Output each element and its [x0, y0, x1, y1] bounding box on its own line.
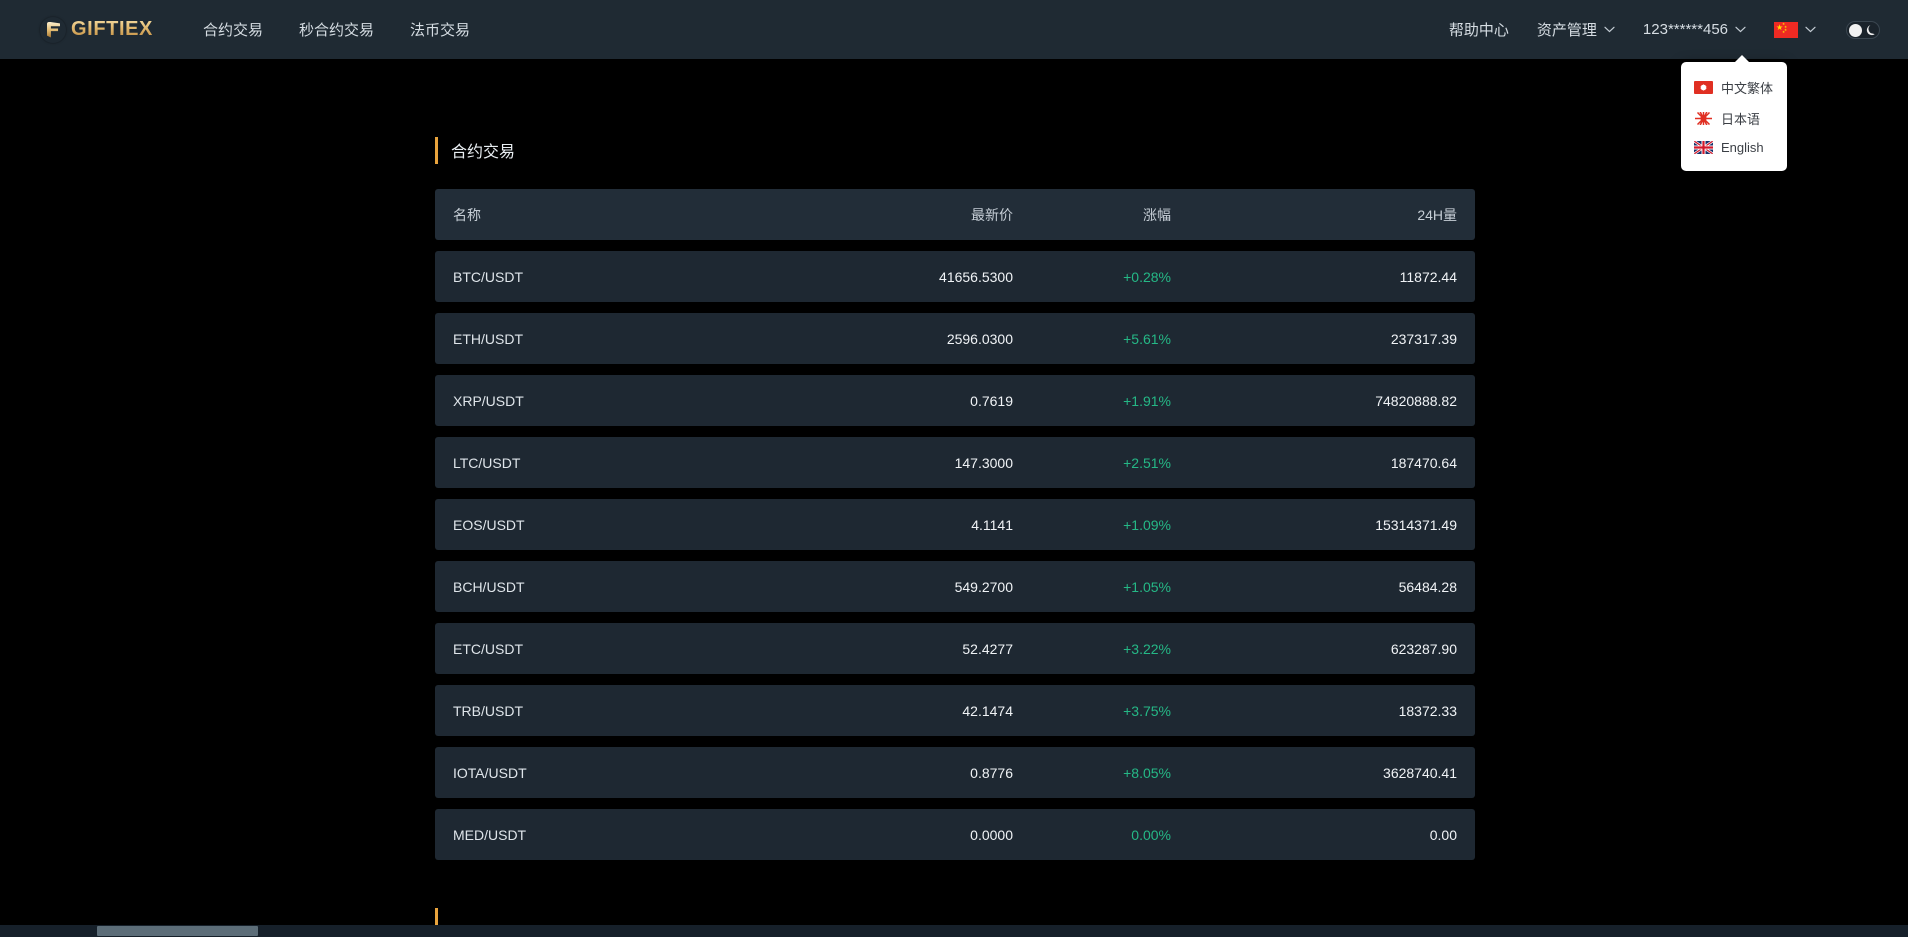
cell-volume: 237317.39	[1193, 331, 1457, 347]
cell-change: +1.05%	[1013, 579, 1193, 595]
cell-pair: ETH/USDT	[453, 331, 753, 347]
cell-volume: 187470.64	[1193, 455, 1457, 471]
cell-price: 0.7619	[753, 393, 1013, 409]
language-option-label: 日本语	[1721, 109, 1760, 128]
nav-second-contract-trading[interactable]: 秒合约交易	[299, 19, 374, 40]
app-root: GIFTIEX 合约交易 秒合约交易 法币交易 帮助中心 资产管理 123***…	[0, 0, 1908, 937]
table-row[interactable]: BTC/USDT 41656.5300 +0.28% 11872.44	[435, 251, 1475, 302]
cell-change: +1.91%	[1013, 393, 1193, 409]
cell-change: +1.09%	[1013, 517, 1193, 533]
language-option-ja[interactable]: 日本语	[1681, 103, 1787, 134]
asset-management-menu[interactable]: 资产管理	[1523, 19, 1629, 40]
cell-price: 52.4277	[753, 641, 1013, 657]
section-accent-bar	[435, 137, 438, 164]
table-row[interactable]: IOTA/USDT 0.8776 +8.05% 3628740.41	[435, 747, 1475, 798]
page-title: 合约交易	[451, 138, 515, 162]
cell-price: 0.0000	[753, 827, 1013, 843]
main-content: 合约交易 名称 最新价 涨幅 24H量 BTC/USDT 41656.5300 …	[0, 59, 1908, 937]
cell-change: +3.75%	[1013, 703, 1193, 719]
table-row[interactable]: ETC/USDT 52.4277 +3.22% 623287.90	[435, 623, 1475, 674]
dark-mode-toggle[interactable]	[1846, 21, 1880, 39]
brand-name: GIFTIEX	[71, 18, 153, 41]
cell-pair: IOTA/USDT	[453, 765, 753, 781]
language-option-label: 中文繁体	[1721, 78, 1773, 97]
contract-trading-panel: 合约交易 名称 最新价 涨幅 24H量 BTC/USDT 41656.5300 …	[435, 135, 1475, 936]
cell-volume: 11872.44	[1193, 269, 1457, 285]
language-option-label: English	[1721, 140, 1764, 155]
column-header-change: 涨幅	[1013, 205, 1193, 225]
language-option-en[interactable]: English	[1681, 134, 1787, 161]
cell-change: +5.61%	[1013, 331, 1193, 347]
hk-flag-icon	[1694, 81, 1713, 94]
column-header-name: 名称	[453, 205, 753, 225]
language-option-zh-tw[interactable]: 中文繁体	[1681, 72, 1787, 103]
cell-volume: 3628740.41	[1193, 765, 1457, 781]
cell-pair: BCH/USDT	[453, 579, 753, 595]
cell-change: +3.22%	[1013, 641, 1193, 657]
horizontal-scrollbar[interactable]	[0, 925, 1908, 937]
cell-pair: BTC/USDT	[453, 269, 753, 285]
cell-pair: TRB/USDT	[453, 703, 753, 719]
asset-management-label: 资产管理	[1537, 19, 1597, 40]
chevron-down-icon	[1735, 26, 1746, 33]
column-header-volume: 24H量	[1193, 205, 1457, 225]
cell-price: 41656.5300	[753, 269, 1013, 285]
section-header: 合约交易	[435, 135, 1475, 165]
market-table: 名称 最新价 涨幅 24H量 BTC/USDT 41656.5300 +0.28…	[435, 189, 1475, 860]
jp-flag-icon	[1694, 112, 1713, 125]
cell-price: 147.3000	[753, 455, 1013, 471]
cell-price: 4.1141	[753, 517, 1013, 533]
toggle-knob	[1849, 24, 1862, 37]
help-center-link[interactable]: 帮助中心	[1435, 19, 1523, 40]
cell-volume: 623287.90	[1193, 641, 1457, 657]
cell-pair: XRP/USDT	[453, 393, 753, 409]
language-selector[interactable]: ★ ★ ★ ★ ★	[1760, 22, 1830, 38]
help-center-label: 帮助中心	[1449, 19, 1509, 40]
uk-flag-icon	[1694, 141, 1713, 154]
cn-flag-icon: ★ ★ ★ ★ ★	[1774, 22, 1798, 38]
header-right-group: 帮助中心 资产管理 123******456 ★ ★ ★ ★	[1435, 19, 1880, 40]
cell-price: 549.2700	[753, 579, 1013, 595]
nav-contract-trading[interactable]: 合约交易	[203, 19, 263, 40]
table-header-row: 名称 最新价 涨幅 24H量	[435, 189, 1475, 240]
moon-icon	[1864, 24, 1876, 37]
cell-price: 0.8776	[753, 765, 1013, 781]
cell-volume: 15314371.49	[1193, 517, 1457, 533]
account-menu[interactable]: 123******456	[1629, 21, 1760, 38]
table-row[interactable]: MED/USDT 0.0000 0.00% 0.00	[435, 809, 1475, 860]
chevron-down-icon	[1604, 26, 1615, 33]
cell-volume: 18372.33	[1193, 703, 1457, 719]
table-row[interactable]: TRB/USDT 42.1474 +3.75% 18372.33	[435, 685, 1475, 736]
cell-change: +2.51%	[1013, 455, 1193, 471]
cell-change: +0.28%	[1013, 269, 1193, 285]
language-dropdown-menu: 中文繁体 日本语 English	[1681, 62, 1787, 171]
cell-pair: LTC/USDT	[453, 455, 753, 471]
table-row[interactable]: ETH/USDT 2596.0300 +5.61% 237317.39	[435, 313, 1475, 364]
cell-volume: 56484.28	[1193, 579, 1457, 595]
main-nav: 合约交易 秒合约交易 法币交易	[203, 19, 470, 40]
table-row[interactable]: LTC/USDT 147.3000 +2.51% 187470.64	[435, 437, 1475, 488]
nav-fiat-trading[interactable]: 法币交易	[410, 19, 470, 40]
table-row[interactable]: BCH/USDT 549.2700 +1.05% 56484.28	[435, 561, 1475, 612]
cell-volume: 74820888.82	[1193, 393, 1457, 409]
column-header-price: 最新价	[753, 205, 1013, 225]
table-row[interactable]: XRP/USDT 0.7619 +1.91% 74820888.82	[435, 375, 1475, 426]
brand-logo[interactable]: GIFTIEX	[40, 17, 153, 43]
giftiex-coin-icon	[40, 17, 66, 43]
top-header: GIFTIEX 合约交易 秒合约交易 法币交易 帮助中心 资产管理 123***…	[0, 0, 1908, 59]
cell-volume: 0.00	[1193, 827, 1457, 843]
chevron-down-icon	[1805, 26, 1816, 33]
scrollbar-thumb[interactable]	[97, 926, 258, 936]
cell-change: 0.00%	[1013, 827, 1193, 843]
account-label: 123******456	[1643, 21, 1728, 38]
cell-change: +8.05%	[1013, 765, 1193, 781]
cell-price: 2596.0300	[753, 331, 1013, 347]
cell-price: 42.1474	[753, 703, 1013, 719]
cell-pair: EOS/USDT	[453, 517, 753, 533]
table-row[interactable]: EOS/USDT 4.1141 +1.09% 15314371.49	[435, 499, 1475, 550]
cell-pair: ETC/USDT	[453, 641, 753, 657]
cell-pair: MED/USDT	[453, 827, 753, 843]
